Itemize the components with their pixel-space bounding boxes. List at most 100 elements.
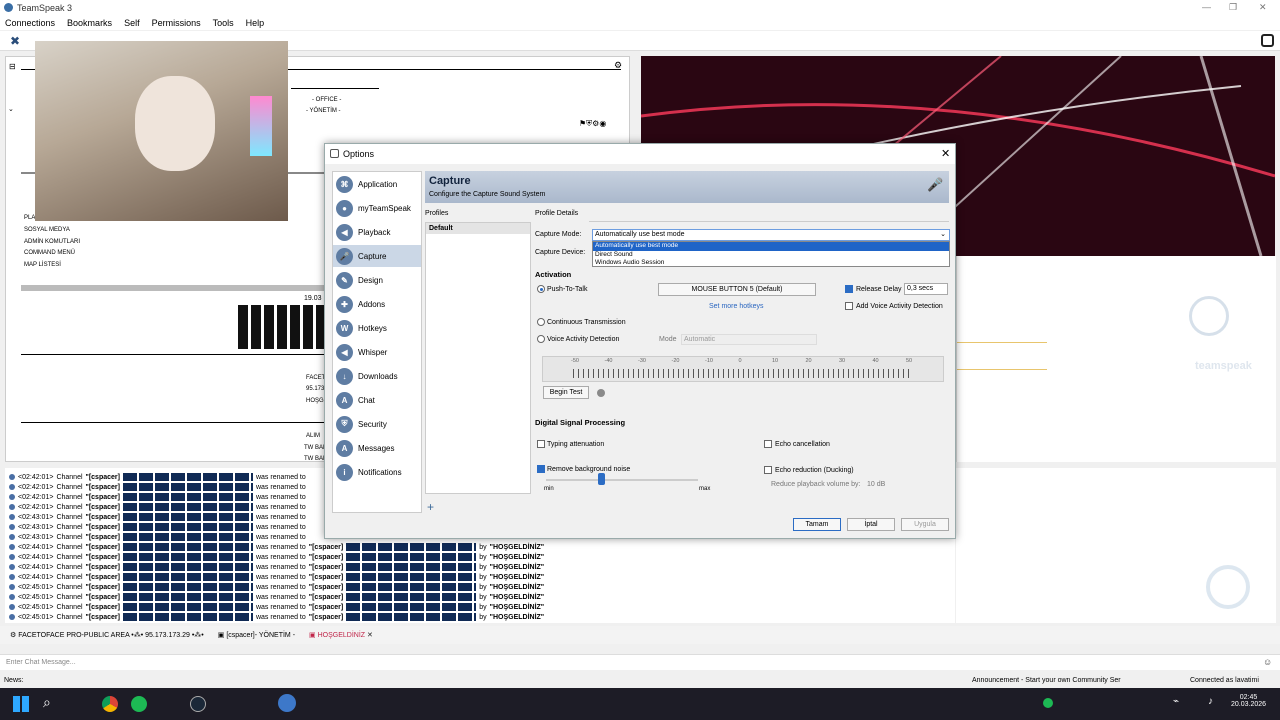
menu-connections[interactable]: Connections (5, 18, 55, 28)
chrome-icon[interactable] (102, 696, 118, 712)
nav-item-downloads[interactable]: ↓ Downloads (333, 365, 421, 387)
menu-help[interactable]: Help (246, 18, 265, 28)
expand-chevron-icon[interactable]: ⌄ (8, 105, 14, 113)
capture-mode-option[interactable]: Windows Audio Session (593, 259, 949, 268)
channel-label: Channel (56, 543, 83, 551)
teamspeak-taskbar-icon[interactable] (278, 694, 296, 712)
vad-mode-select[interactable]: Automatic (681, 334, 817, 345)
tree-item-command-menu[interactable]: COMMAND MENÜ (24, 250, 75, 256)
apply-button[interactable]: Uygula (901, 518, 949, 531)
release-delay-checkbox[interactable] (845, 285, 853, 293)
volume-icon[interactable]: ♪ (1208, 696, 1213, 707)
tab-server[interactable]: ⚙ FACETOFACE PRO-PUBLIC AREA •⁂• 95.173.… (10, 631, 204, 639)
meter-tick-label: -30 (638, 358, 646, 364)
nav-item-chat[interactable]: A Chat (333, 389, 421, 411)
menu-self[interactable]: Self (124, 18, 140, 28)
steam-icon[interactable] (190, 696, 206, 712)
server-tree-collapse-icon[interactable]: ⊟ (9, 62, 16, 71)
chat-input[interactable]: Enter Chat Message... ☺ (0, 654, 1280, 670)
set-more-hotkeys-link[interactable]: Set more hotkeys (709, 303, 763, 310)
menu-tools[interactable]: Tools (213, 18, 234, 28)
vad-radio[interactable] (537, 335, 545, 343)
profile-default[interactable]: Default (426, 223, 530, 234)
echo-reduction-checkbox[interactable] (764, 466, 772, 474)
add-profile-icon[interactable]: + (427, 500, 434, 514)
push-to-talk-radio[interactable] (537, 285, 545, 293)
add-vad-checkbox[interactable] (845, 302, 853, 310)
rename-text: was renamed to (255, 583, 306, 591)
meter-tick-label: -10 (705, 358, 713, 364)
rename-text: was renamed to (255, 513, 306, 521)
noise-slider-handle[interactable] (598, 473, 605, 485)
pixel-name (122, 503, 253, 511)
application-icon: ⌘ (336, 175, 353, 193)
menu-bookmarks[interactable]: Bookmarks (67, 18, 112, 28)
echo-cancellation-checkbox[interactable] (764, 440, 772, 448)
nav-item-whisper[interactable]: ◀ Whisper (333, 341, 421, 363)
noise-slider[interactable] (546, 473, 698, 485)
rename-text: was renamed to (255, 533, 306, 541)
nav-item-addons[interactable]: ✚ Addons (333, 293, 421, 315)
puzzle-icon: ✚ (336, 295, 353, 313)
maximize-icon[interactable]: ❐ (1229, 2, 1237, 13)
tree-item-yonetim[interactable]: - YÖNETİM - (306, 108, 341, 114)
voice-level-meter[interactable]: -50 -40 -30 -20 -10 0 10 20 30 40 50 (542, 356, 944, 382)
disconnect-icon[interactable]: ✖ (10, 34, 20, 48)
instagram-icon[interactable] (1261, 34, 1274, 47)
reduce-playback-spinbox[interactable]: 10 dB (867, 479, 901, 490)
tree-item-admin-komutlari[interactable]: ADMİN KOMUTLARI (24, 239, 80, 245)
nav-item-label: Security (358, 419, 387, 429)
tray-spotify-icon[interactable] (1043, 698, 1053, 708)
menu-permissions[interactable]: Permissions (152, 18, 201, 28)
close-window-icon[interactable]: ✕ (1259, 2, 1267, 13)
download-icon: ↓ (336, 367, 353, 385)
remove-noise-checkbox[interactable] (537, 465, 545, 473)
minimize-icon[interactable]: — (1202, 2, 1211, 12)
nav-item-myteamspeak[interactable]: ● myTeamSpeak (333, 197, 421, 219)
continuous-transmission-radio[interactable] (537, 318, 545, 326)
release-delay-spinbox[interactable]: 0,3 secs (904, 283, 948, 295)
capture-mode-options: Automatically use best mode Direct Sound… (592, 241, 950, 267)
emoji-icon[interactable]: ☺ (1263, 657, 1272, 667)
tab-yonetim[interactable]: ▣ [cspacer]- YÖNETİM - (218, 631, 295, 639)
window-title-bar: TeamSpeak 3 — ❐ ✕ (0, 0, 1280, 15)
by-text: by (479, 543, 487, 551)
by-text: by (479, 593, 487, 601)
tree-item-map-listesi[interactable]: MAP LİSTESİ (24, 262, 61, 268)
meter-scale (573, 369, 913, 378)
hotkey-button[interactable]: MOUSE BUTTON 5 (Default) (658, 283, 816, 296)
close-tab-icon[interactable]: ✕ (367, 632, 373, 639)
channel-name: "[cspacer] (85, 613, 120, 621)
cancel-button[interactable]: İptal (847, 518, 895, 531)
pixel-name (122, 543, 253, 551)
spotify-icon[interactable] (131, 696, 147, 712)
microphone-icon: 🎤 (336, 247, 353, 265)
nav-item-security[interactable]: ⛨ Security (333, 413, 421, 435)
capture-mode-select[interactable]: Automatically use best mode ⌄ (592, 229, 950, 241)
channel-name: "[cspacer] (85, 603, 120, 611)
windows-start-icon[interactable] (13, 696, 29, 712)
info-icon (9, 554, 15, 560)
tree-item-office[interactable]: - OFFICE - (312, 97, 341, 103)
nav-item-application[interactable]: ⌘ Application (333, 173, 421, 195)
tree-item-sosyal-medya[interactable]: SOSYAL MEDYA (24, 227, 70, 233)
close-dialog-icon[interactable]: ✕ (941, 147, 950, 160)
search-icon[interactable]: ⌕ (43, 694, 51, 711)
typing-attenuation-checkbox[interactable] (537, 440, 545, 448)
capture-mode-option[interactable]: Automatically use best mode (593, 242, 949, 251)
network-icon[interactable]: ⌁ (1173, 696, 1179, 707)
begin-test-button[interactable]: Begin Test (543, 386, 589, 399)
myteamspeak-icon: ● (336, 199, 353, 217)
ok-button[interactable]: Tamam (793, 518, 841, 531)
clock[interactable]: 02:45 20.03.2026 (1231, 694, 1266, 708)
tree-item-alim[interactable]: ALIM (306, 433, 320, 439)
capture-mode-option[interactable]: Direct Sound (593, 251, 949, 260)
nav-item-design[interactable]: ✎ Design (333, 269, 421, 291)
nav-item-capture[interactable]: 🎤 Capture (333, 245, 421, 267)
nav-item-playback[interactable]: ◀ Playback (333, 221, 421, 243)
channel-name: "[cspacer] (85, 553, 120, 561)
nav-item-notifications[interactable]: i Notifications (333, 461, 421, 483)
nav-item-hotkeys[interactable]: W Hotkeys (333, 317, 421, 339)
tab-hosgeldiniz[interactable]: ▣ HOŞGELDİNİZ ✕ (309, 631, 373, 639)
nav-item-messages[interactable]: A Messages (333, 437, 421, 459)
